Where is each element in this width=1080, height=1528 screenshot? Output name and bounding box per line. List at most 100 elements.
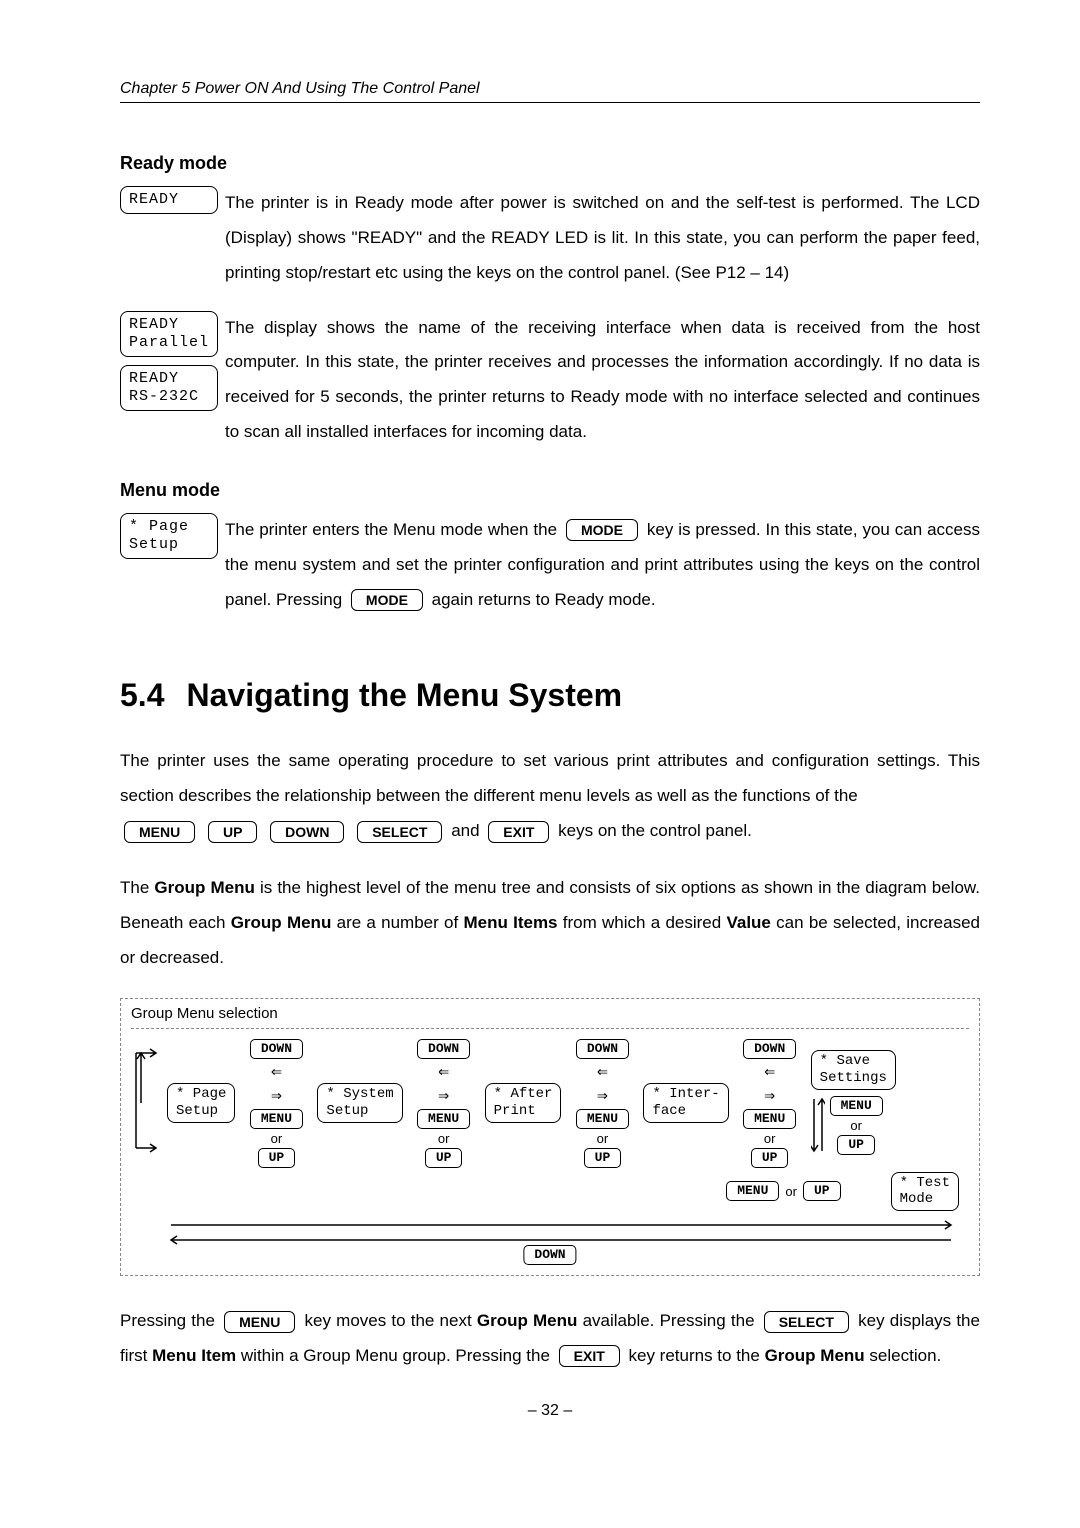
node-line: * Inter- bbox=[652, 1086, 719, 1103]
nav-para-2: The Group Menu is the highest level of t… bbox=[120, 871, 980, 976]
keycap-up-small: UP bbox=[425, 1148, 463, 1168]
keycap-select: SELECT bbox=[357, 821, 442, 843]
entry-arrow-icon bbox=[131, 1048, 161, 1158]
lcd-line: RS-232C bbox=[129, 388, 209, 406]
node-line: * Test bbox=[900, 1175, 950, 1192]
bold-run: Group Menu bbox=[231, 913, 332, 932]
node-save-settings: * Save Settings bbox=[811, 1050, 896, 1090]
text-run: The printer uses the same operating proc… bbox=[120, 751, 980, 805]
section-title: Navigating the Menu System bbox=[186, 677, 622, 713]
ready-mode-block-1: READY The printer is in Ready mode after… bbox=[120, 186, 980, 291]
keycap-down: DOWN bbox=[270, 821, 344, 843]
ready-mode-block-2: READY Parallel READY RS-232C The display… bbox=[120, 311, 980, 450]
node-test-mode: * Test Mode bbox=[891, 1172, 959, 1212]
keycap-exit: EXIT bbox=[559, 1345, 620, 1367]
or-label: or bbox=[271, 1131, 283, 1146]
node-line: * System bbox=[326, 1086, 393, 1103]
keycap-menu: MENU bbox=[224, 1311, 295, 1333]
keycap-exit: EXIT bbox=[488, 821, 549, 843]
ready-mode-para-1: The printer is in Ready mode after power… bbox=[225, 186, 980, 291]
keycap-up: UP bbox=[208, 821, 257, 843]
text-run: and bbox=[451, 821, 484, 840]
keycap-menu-small: MENU bbox=[830, 1096, 883, 1116]
text-run: from which a desired bbox=[563, 913, 727, 932]
chapter-header: Chapter 5 Power ON And Using The Control… bbox=[120, 80, 980, 98]
ready-mode-para-2: The display shows the name of the receiv… bbox=[225, 318, 980, 372]
node-page-setup: * Page Setup bbox=[167, 1083, 235, 1123]
node-line: Mode bbox=[900, 1191, 950, 1208]
menu-mode-block: * Page Setup The printer enters the Menu… bbox=[120, 513, 980, 618]
section-5-4-heading: 5.4Navigating the Menu System bbox=[120, 677, 980, 714]
keycap-menu-small: MENU bbox=[726, 1181, 779, 1201]
lcd-line: Parallel bbox=[129, 334, 209, 352]
arrow-right-icon bbox=[597, 1085, 608, 1107]
header-rule bbox=[120, 102, 980, 103]
node-line: Setup bbox=[326, 1103, 393, 1120]
text-run: selection. bbox=[869, 1346, 941, 1365]
keycap-menu-small: MENU bbox=[250, 1109, 303, 1129]
text-run: The bbox=[120, 878, 154, 897]
keycap-up-small: UP bbox=[803, 1181, 841, 1201]
lcd-ready-parallel: READY Parallel bbox=[120, 311, 218, 357]
keycap-menu-small: MENU bbox=[417, 1109, 470, 1129]
lcd-ready: READY bbox=[120, 186, 218, 214]
lcd-ready-rs232c: READY RS-232C bbox=[120, 365, 218, 411]
arrow-block: DOWN MENU or UP bbox=[567, 1039, 637, 1168]
keycap-up-small: UP bbox=[751, 1148, 789, 1168]
arrow-right-icon bbox=[438, 1085, 449, 1107]
node-line: * Page bbox=[176, 1086, 226, 1103]
text-run: again returns to Ready mode. bbox=[432, 590, 656, 609]
text-run: are a number of bbox=[337, 913, 464, 932]
arrow-block: DOWN MENU or UP bbox=[735, 1039, 805, 1168]
ready-mode-heading: Ready mode bbox=[120, 153, 980, 174]
keycap-mode: MODE bbox=[566, 519, 638, 541]
lcd-line: READY bbox=[129, 316, 209, 334]
keycap-select: SELECT bbox=[764, 1311, 849, 1333]
or-label: or bbox=[850, 1118, 862, 1133]
diagram-title: Group Menu selection bbox=[131, 1005, 969, 1022]
or-label: or bbox=[597, 1131, 609, 1146]
keycap-mode: MODE bbox=[351, 589, 423, 611]
lcd-page-setup: * Page Setup bbox=[120, 513, 218, 559]
text-run: available. Pressing the bbox=[583, 1311, 760, 1330]
text-run: key returns to the bbox=[629, 1346, 765, 1365]
bold-run: Group Menu bbox=[154, 878, 254, 897]
or-label: or bbox=[438, 1131, 450, 1146]
lcd-line: * Page bbox=[129, 518, 209, 536]
keycap-down-small: DOWN bbox=[417, 1039, 470, 1059]
nav-para-1: The printer uses the same operating proc… bbox=[120, 744, 980, 849]
arrow-right-icon bbox=[764, 1085, 775, 1107]
arrow-left-icon bbox=[597, 1061, 608, 1083]
bold-run: Menu Items bbox=[463, 913, 557, 932]
node-line: * After bbox=[494, 1086, 553, 1103]
node-line: Setup bbox=[176, 1103, 226, 1120]
bold-run: Menu Item bbox=[152, 1346, 236, 1365]
or-label: or bbox=[785, 1184, 797, 1199]
node-line: * Save bbox=[820, 1053, 887, 1070]
node-line: face bbox=[652, 1103, 719, 1120]
arrow-left-icon bbox=[764, 1061, 775, 1083]
keycap-up-small: UP bbox=[258, 1148, 296, 1168]
bold-run: Group Menu bbox=[477, 1311, 578, 1330]
keycap-down-small: DOWN bbox=[576, 1039, 629, 1059]
node-after-print: * After Print bbox=[485, 1083, 562, 1123]
keycap-down-small: DOWN bbox=[250, 1039, 303, 1059]
document-page: Chapter 5 Power ON And Using The Control… bbox=[0, 0, 1080, 1480]
keycap-menu: MENU bbox=[124, 821, 195, 843]
keycap-up-small: UP bbox=[584, 1148, 622, 1168]
arrow-left-icon bbox=[438, 1061, 449, 1083]
menu-mode-para: The printer enters the Menu mode when th… bbox=[225, 513, 980, 618]
keycap-down-small: DOWN bbox=[743, 1039, 796, 1059]
page-number: – 32 – bbox=[120, 1402, 980, 1420]
node-line: Print bbox=[494, 1103, 553, 1120]
keycap-menu-small: MENU bbox=[576, 1109, 629, 1129]
node-line: Settings bbox=[820, 1070, 887, 1087]
text-run: keys on the control panel. bbox=[558, 821, 752, 840]
bold-run: Value bbox=[726, 913, 770, 932]
lcd-line: Setup bbox=[129, 536, 209, 554]
arrow-block: DOWN MENU or UP bbox=[409, 1039, 479, 1168]
arrow-right-icon bbox=[271, 1085, 282, 1107]
text-run: key moves to the next bbox=[305, 1311, 477, 1330]
ready-mode-text-2: The display shows the name of the receiv… bbox=[225, 311, 980, 450]
node-interface: * Inter- face bbox=[643, 1083, 728, 1123]
